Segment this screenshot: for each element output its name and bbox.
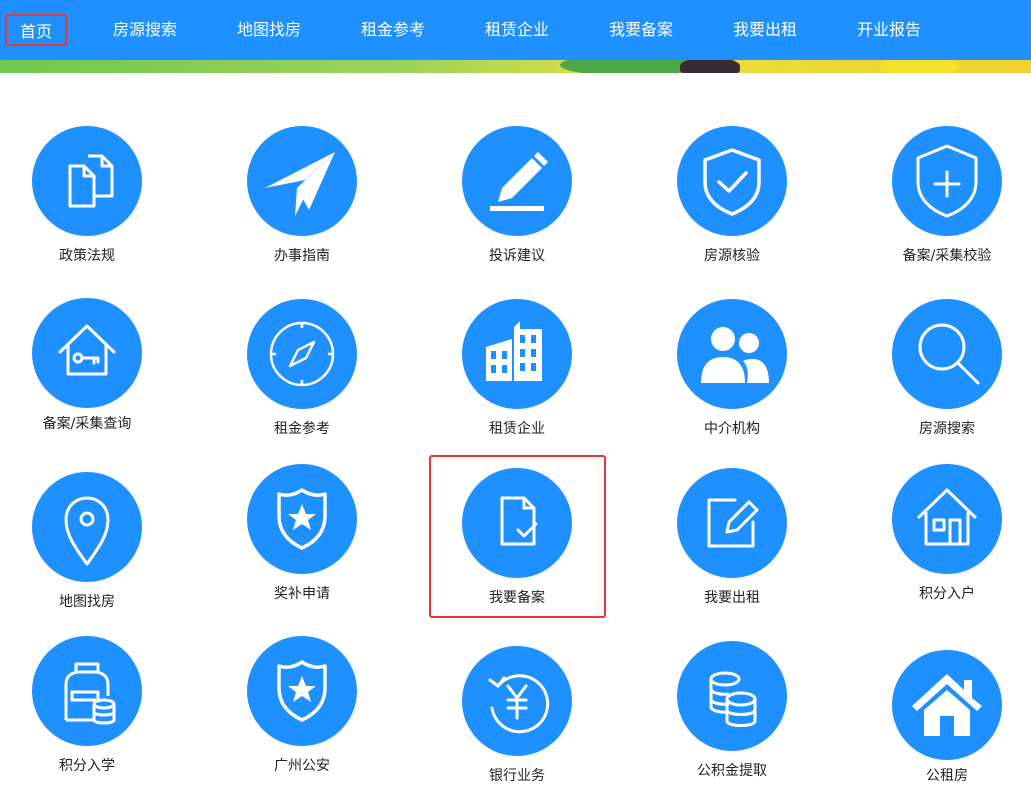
tile-label: 公积金提取	[697, 763, 767, 779]
yuan-cycle-icon	[462, 646, 572, 756]
tile-label: 办事指南	[274, 248, 330, 264]
selection-highlight	[429, 455, 606, 618]
nav-rent-reference[interactable]: 租金参考	[361, 0, 425, 60]
users-icon	[677, 299, 787, 409]
tile-label: 租金参考	[274, 421, 330, 437]
map-pin-icon	[32, 472, 142, 582]
buildings-icon	[462, 299, 572, 409]
tile-label: 地图找房	[59, 594, 115, 610]
house-key-icon	[32, 298, 142, 408]
edit-icon	[677, 468, 787, 578]
tile-label: 公租房	[926, 768, 968, 784]
tile-label: 银行业务	[489, 768, 545, 784]
paper-plane-icon	[247, 126, 357, 236]
top-nav: 首页 房源搜索 地图找房 租金参考 租赁企业 我要备案 我要出租 开业报告	[0, 0, 1031, 60]
nav-map-search[interactable]: 地图找房	[237, 0, 301, 60]
tile-label: 房源核验	[704, 248, 760, 264]
compass-icon	[247, 299, 357, 409]
search-icon	[892, 299, 1002, 409]
police-badge-icon	[247, 636, 357, 746]
tile-label: 备案/采集查询	[42, 416, 132, 432]
tile-label: 积分入学	[59, 758, 115, 774]
badge-star-icon	[247, 464, 357, 574]
tile-label: 广州公安	[274, 758, 330, 774]
coins-icon	[677, 641, 787, 751]
tile-label: 政策法规	[59, 248, 115, 264]
home-outline-icon	[892, 464, 1002, 574]
documents-icon	[32, 126, 142, 236]
nav-rental-companies[interactable]: 租赁企业	[485, 0, 549, 60]
tile-label: 奖补申请	[274, 586, 330, 602]
tile-label: 备案/采集校验	[902, 248, 992, 264]
nav-opening-report[interactable]: 开业报告	[857, 0, 921, 60]
nav-rent-out[interactable]: 我要出租	[733, 0, 797, 60]
tile-label: 我要出租	[704, 590, 760, 606]
banner-image	[0, 60, 1031, 73]
shield-check-icon	[677, 126, 787, 236]
backpack-icon	[32, 636, 142, 746]
nav-listing-search[interactable]: 房源搜索	[113, 0, 177, 60]
nav-filing[interactable]: 我要备案	[609, 0, 673, 60]
home-solid-icon	[892, 650, 1002, 760]
tile-label: 积分入户	[919, 586, 975, 602]
tile-label: 租赁企业	[489, 421, 545, 437]
nav-home[interactable]: 首页	[5, 14, 68, 46]
tile-label: 房源搜索	[919, 421, 975, 437]
shield-plus-icon	[892, 126, 1002, 236]
pencil-icon	[462, 126, 572, 236]
tile-label: 投诉建议	[489, 248, 545, 264]
tile-label: 中介机构	[704, 421, 760, 437]
